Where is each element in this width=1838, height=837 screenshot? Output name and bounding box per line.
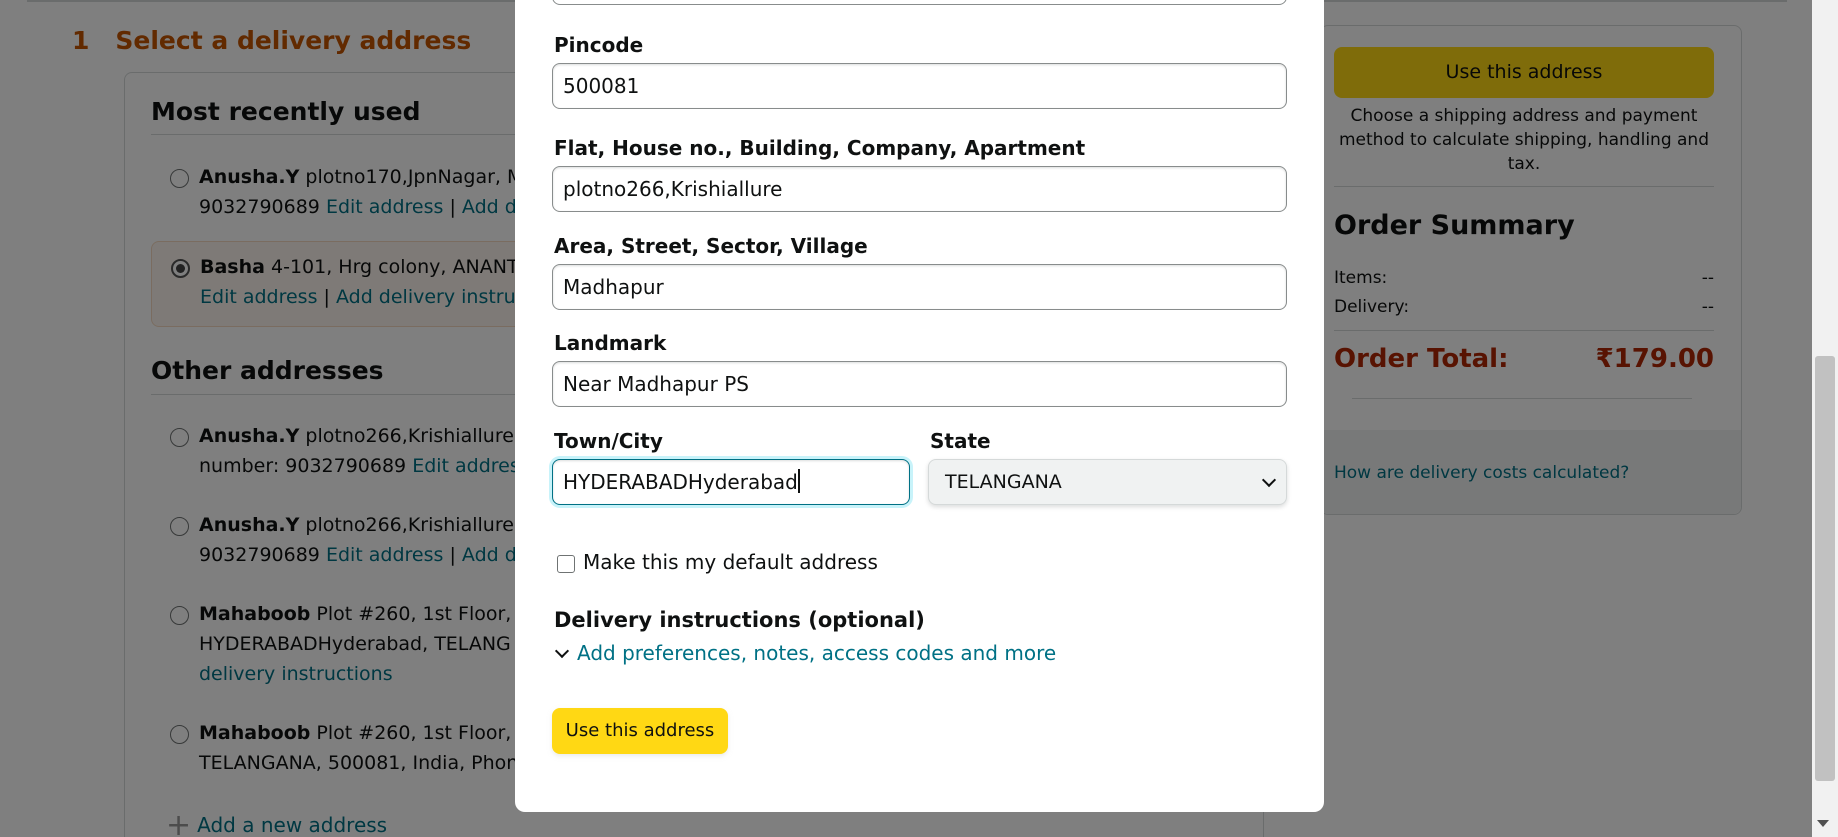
city-label: Town/City [554,429,663,453]
area-input[interactable]: Madhapur [552,264,1287,310]
scroll-down-arrow-icon[interactable] [1817,820,1829,827]
flat-label: Flat, House no., Building, Company, Apar… [554,136,1086,160]
use-this-address-button[interactable]: Use this address [552,708,728,754]
flat-input[interactable]: plotno266,Krishiallure [552,166,1287,212]
pincode-label: Pincode [554,33,644,57]
landmark-input[interactable]: Near Madhapur PS [552,361,1287,407]
chevron-down-icon [1261,472,1277,488]
chevron-down-icon [554,643,570,659]
landmark-label: Landmark [554,331,667,355]
city-input[interactable]: HYDERABADHyderabad [552,459,910,505]
area-label: Area, Street, Sector, Village [554,234,868,258]
instructions-title: Delivery instructions (optional) [554,608,925,632]
pincode-input[interactable]: 500081 [552,63,1287,109]
state-label: State [930,429,991,453]
previous-field-input[interactable] [552,0,1287,5]
text-caret [797,469,800,493]
default-address-checkbox[interactable] [557,555,575,573]
instructions-expander[interactable]: Add preferences, notes, access codes and… [552,641,1056,665]
state-select[interactable]: TELANGANA [928,459,1287,505]
scrollbar-thumb[interactable] [1815,356,1835,781]
default-address-label[interactable]: Make this my default address [583,550,878,574]
